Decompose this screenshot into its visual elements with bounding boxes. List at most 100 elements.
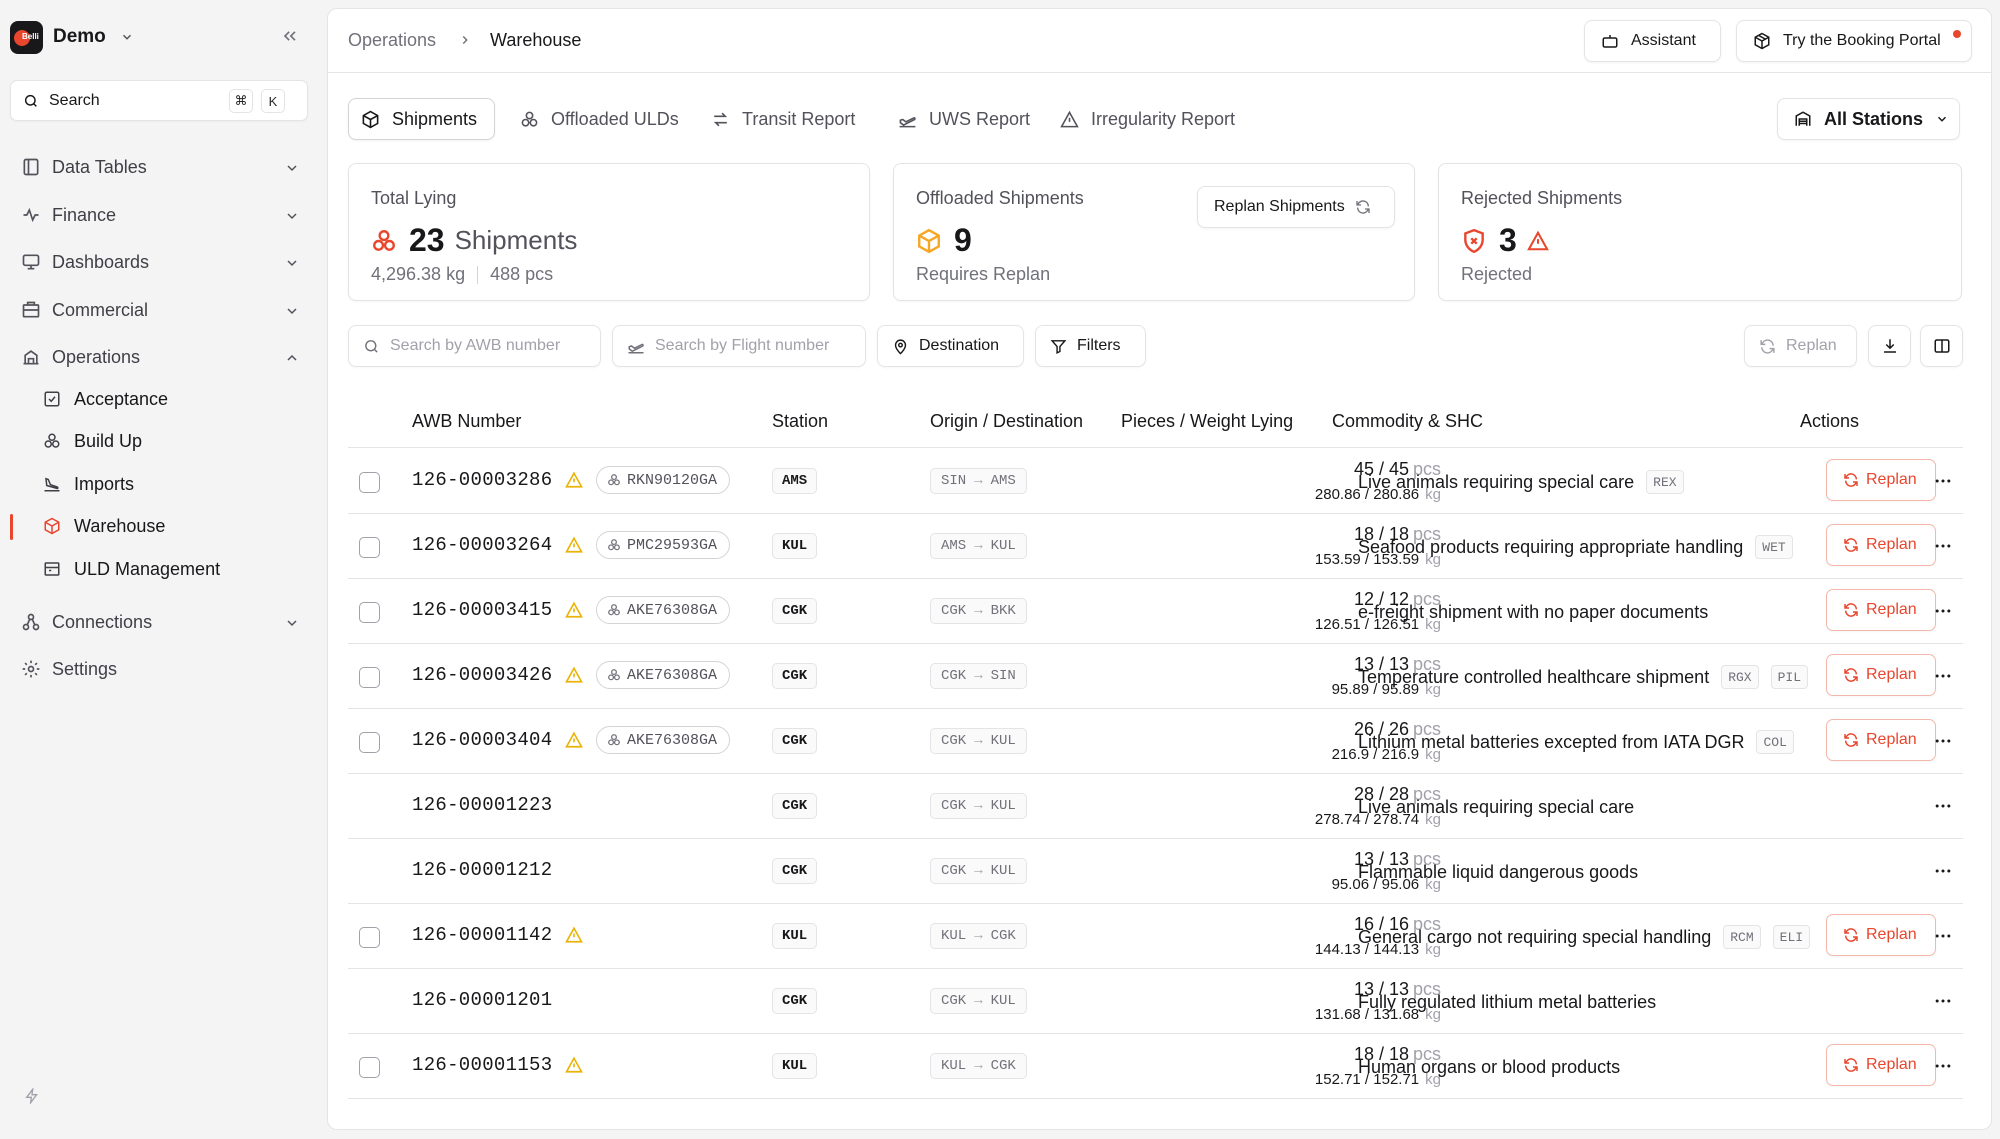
more-actions-icon[interactable]: [1933, 731, 1953, 751]
commodity-cell: Temperature controlled healthcare shipme…: [1358, 665, 1816, 689]
destination-filter-button[interactable]: Destination: [877, 325, 1024, 367]
station-badge: KUL: [772, 1053, 818, 1079]
sidebar-item-settings[interactable]: Settings: [10, 650, 310, 688]
awb-number[interactable]: 126-00001142: [412, 924, 552, 946]
awb-number[interactable]: 126-00001201: [412, 989, 552, 1011]
more-actions-icon[interactable]: [1933, 796, 1953, 816]
replan-button[interactable]: Replan: [1826, 719, 1936, 761]
table-row[interactable]: 126-00003264 PMC29593GA KUL AMS → KUL 18 / 18 p…: [348, 514, 1963, 579]
replan-shipments-button[interactable]: Replan Shipments: [1197, 186, 1395, 228]
workspace-switcher[interactable]: Belli Demo: [10, 18, 310, 56]
search-button[interactable]: Search ⌘ K: [10, 80, 308, 121]
awb-number[interactable]: 126-00001223: [412, 794, 552, 816]
replan-button[interactable]: Replan: [1826, 1044, 1936, 1086]
column-header-commodity: Commodity & SHC: [1332, 411, 1484, 431]
tab-label: Offloaded ULDs: [551, 108, 679, 129]
replan-button[interactable]: Replan: [1826, 654, 1936, 696]
download-button[interactable]: [1868, 325, 1911, 367]
flight-search-input[interactable]: Search by Flight number: [612, 325, 866, 367]
more-actions-icon[interactable]: [1933, 991, 1953, 1011]
columns-toggle-button[interactable]: [1920, 325, 1963, 367]
sidebar-item-operations[interactable]: Operations: [10, 338, 310, 376]
bolt-icon[interactable]: [24, 1088, 40, 1104]
uld-badge[interactable]: PMC29593GA: [596, 531, 731, 559]
sidebar-item-label: Dashboards: [52, 251, 150, 272]
download-icon: [1881, 337, 1899, 355]
more-actions-icon[interactable]: [1933, 536, 1953, 556]
replan-button[interactable]: Replan: [1826, 914, 1936, 956]
tab-shipments[interactable]: Shipments: [348, 98, 495, 140]
row-checkbox[interactable]: [359, 1057, 380, 1078]
tab-irregularity-report[interactable]: Irregularity Report: [1048, 98, 1248, 140]
replan-button[interactable]: Replan: [1826, 524, 1936, 566]
sidebar-item-data-tables[interactable]: Data Tables: [10, 148, 310, 186]
tab-offloaded-ulds[interactable]: Offloaded ULDs: [508, 98, 688, 140]
sidebar-subitem-warehouse[interactable]: Warehouse: [42, 508, 310, 544]
more-actions-icon[interactable]: [1933, 666, 1953, 686]
filters-button[interactable]: Filters: [1035, 325, 1146, 367]
awb-search-input[interactable]: Search by AWB number: [348, 325, 601, 367]
map-pin-icon: [892, 338, 909, 355]
row-checkbox[interactable]: [359, 732, 380, 753]
table-row[interactable]: 126-00003286 RKN90120GA AMS SIN → AMS 45 / 45 p…: [348, 449, 1963, 514]
row-checkbox[interactable]: [359, 927, 380, 948]
awb-number[interactable]: 126-00003426: [412, 664, 552, 686]
row-checkbox[interactable]: [359, 602, 380, 623]
row-checkbox[interactable]: [359, 537, 380, 558]
tab-uws-report[interactable]: UWS Report: [886, 98, 1036, 140]
columns-icon: [1933, 337, 1951, 355]
replan-button[interactable]: Replan: [1826, 459, 1936, 501]
table-row[interactable]: 126-00001142 KUL KUL → CGK 16 / 16 pcs 144.13 /…: [348, 904, 1963, 969]
more-actions-icon[interactable]: [1933, 471, 1953, 491]
table-row[interactable]: 126-00001201 CGK CGK → KUL 13 / 13 pcs 131.68 /…: [348, 969, 1963, 1034]
awb-number[interactable]: 126-00003264: [412, 534, 552, 556]
replan-selected-button[interactable]: Replan: [1744, 325, 1857, 367]
warning-icon: [1526, 230, 1549, 252]
uld-badge[interactable]: RKN90120GA: [596, 466, 731, 494]
awb-number[interactable]: 126-00001212: [412, 859, 552, 881]
assistant-button[interactable]: Assistant: [1584, 20, 1721, 62]
row-checkbox[interactable]: [359, 472, 380, 493]
tab-transit-report[interactable]: Transit Report: [699, 98, 874, 140]
sidebar-item-finance[interactable]: Finance: [10, 196, 310, 234]
breadcrumb-operations[interactable]: Operations: [348, 30, 436, 51]
uld-badge[interactable]: AKE76308GA: [596, 726, 731, 754]
awb-number[interactable]: 126-00003404: [412, 729, 552, 751]
sidebar-subitem-uld-management[interactable]: ULD Management: [42, 551, 310, 587]
replan-button[interactable]: Replan: [1826, 589, 1936, 631]
sidebar-subitem-acceptance[interactable]: Acceptance: [42, 381, 310, 417]
collapse-sidebar-icon[interactable]: [280, 26, 300, 46]
warning-icon: [565, 731, 583, 749]
boxes-icon: [607, 538, 621, 552]
more-actions-icon[interactable]: [1933, 926, 1953, 946]
table-row[interactable]: 126-00001212 CGK CGK → KUL 13 / 13 pcs 95.06 / …: [348, 839, 1963, 904]
route-badge: CGK → BKK: [930, 598, 1027, 624]
arrows-exchange-icon: [711, 110, 730, 129]
sidebar-subitem-imports[interactable]: Imports: [42, 466, 310, 502]
table-row[interactable]: 126-00003426 AKE76308GA CGK CGK → SIN 13 / 13 p…: [348, 644, 1963, 709]
shc-badge: COL: [1756, 730, 1794, 754]
more-actions-icon[interactable]: [1933, 601, 1953, 621]
booking-portal-button[interactable]: Try the Booking Portal: [1736, 20, 1972, 62]
table-row[interactable]: 126-00001153 KUL KUL → CGK 18 / 18 pcs 152.71 /…: [348, 1034, 1963, 1099]
uld-badge[interactable]: AKE76308GA: [596, 661, 731, 689]
awb-number[interactable]: 126-00003286: [412, 469, 552, 491]
awb-number[interactable]: 126-00001153: [412, 1054, 552, 1076]
table-row[interactable]: 126-00003404 AKE76308GA CGK CGK → KUL 26 / 26 p…: [348, 709, 1963, 774]
row-checkbox[interactable]: [359, 667, 380, 688]
stations-select[interactable]: All Stations: [1777, 98, 1960, 140]
finance-icon: [20, 205, 42, 225]
sidebar-subitem-build-up[interactable]: Build Up: [42, 423, 310, 459]
shield-x-icon: [1461, 228, 1487, 254]
more-actions-icon[interactable]: [1933, 1056, 1953, 1076]
awb-number[interactable]: 126-00003415: [412, 599, 552, 621]
refresh-icon: [1843, 1057, 1859, 1073]
uld-id: PMC29593GA: [627, 536, 718, 554]
sidebar-item-dashboards[interactable]: Dashboards: [10, 243, 310, 281]
table-row[interactable]: 126-00003415 AKE76308GA CGK CGK → BKK 12 / 12 p…: [348, 579, 1963, 644]
sidebar-item-connections[interactable]: Connections: [10, 603, 310, 641]
table-row[interactable]: 126-00001223 CGK CGK → KUL 28 / 28 pcs 278.74 /…: [348, 774, 1963, 839]
more-actions-icon[interactable]: [1933, 861, 1953, 881]
sidebar-item-commercial[interactable]: Commercial: [10, 291, 310, 329]
uld-badge[interactable]: AKE76308GA: [596, 596, 731, 624]
